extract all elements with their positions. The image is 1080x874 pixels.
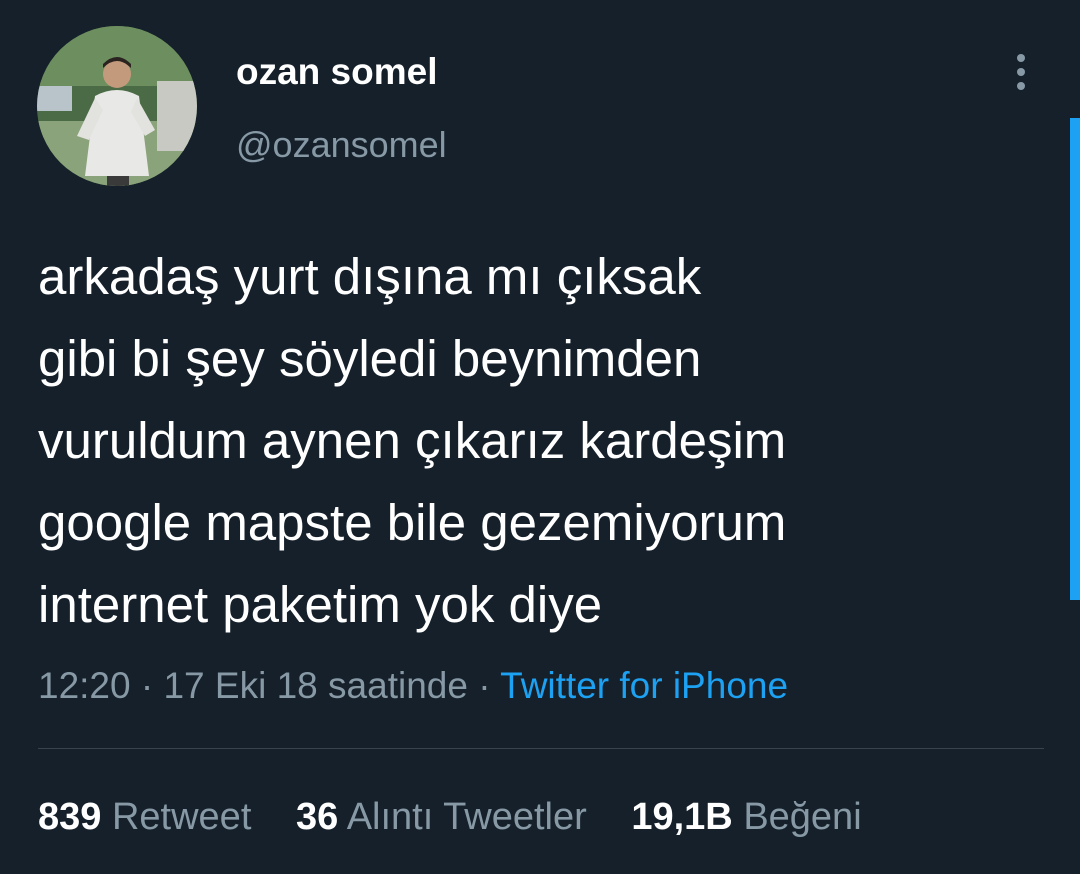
- meta-separator: ·: [467, 665, 501, 706]
- display-name[interactable]: ozan somel: [236, 50, 438, 94]
- tweet-text-line: gibi bi şey söyledi beynimden: [38, 330, 702, 387]
- retweets-label: Retweet: [111, 796, 252, 838]
- avatar-photo: [37, 26, 197, 186]
- avatar[interactable]: [37, 26, 197, 186]
- tweet-time: 12:20: [38, 665, 131, 706]
- meta-separator: ·: [130, 665, 164, 706]
- retweets-stat[interactable]: 839 Retweet: [38, 792, 251, 842]
- scrollbar[interactable]: [1070, 118, 1080, 600]
- likes-count: 19,1B: [631, 796, 733, 838]
- likes-label: Beğeni: [743, 796, 862, 838]
- tweet-detail: ozan somel @ozansomel arkadaş yurt dışın…: [0, 0, 1080, 874]
- tweet-stats: 839 Retweet 36 Alıntı Tweetler 19,1B Beğ…: [38, 792, 896, 842]
- quotes-count: 36: [295, 796, 339, 838]
- user-handle[interactable]: @ozansomel: [236, 123, 447, 167]
- tweet-text-line: arkadaş yurt dışına mı çıksak: [38, 248, 702, 305]
- more-vertical-icon-dot: [1017, 68, 1025, 76]
- likes-stat[interactable]: 19,1B Beğeni: [631, 792, 861, 842]
- retweets-count: 839: [38, 796, 102, 838]
- tweet-text-line: google mapste bile gezemiyorum: [38, 494, 787, 551]
- tweet-date: 17 Eki 18 saatinde: [163, 665, 468, 706]
- quotes-stat[interactable]: 36 Alıntı Tweetler: [296, 792, 587, 842]
- more-vertical-icon: [1017, 54, 1025, 62]
- quotes-label: Alıntı Tweetler: [346, 796, 587, 838]
- tweet-source-link[interactable]: Twitter for iPhone: [500, 665, 788, 706]
- tweet-metadata: 12:20 · 17 Eki 18 saatinde · Twitter for…: [38, 662, 788, 710]
- divider: [38, 748, 1044, 749]
- more-vertical-icon-dot: [1017, 82, 1025, 90]
- tweet-text-line: vuruldum aynen çıkarız kardeşim: [38, 412, 787, 469]
- tweet-text-line: internet paketim yok diye: [38, 576, 603, 633]
- tweet-text: arkadaş yurt dışına mı çıksak gibi bi şe…: [38, 236, 1058, 646]
- more-options-button[interactable]: [1004, 50, 1038, 94]
